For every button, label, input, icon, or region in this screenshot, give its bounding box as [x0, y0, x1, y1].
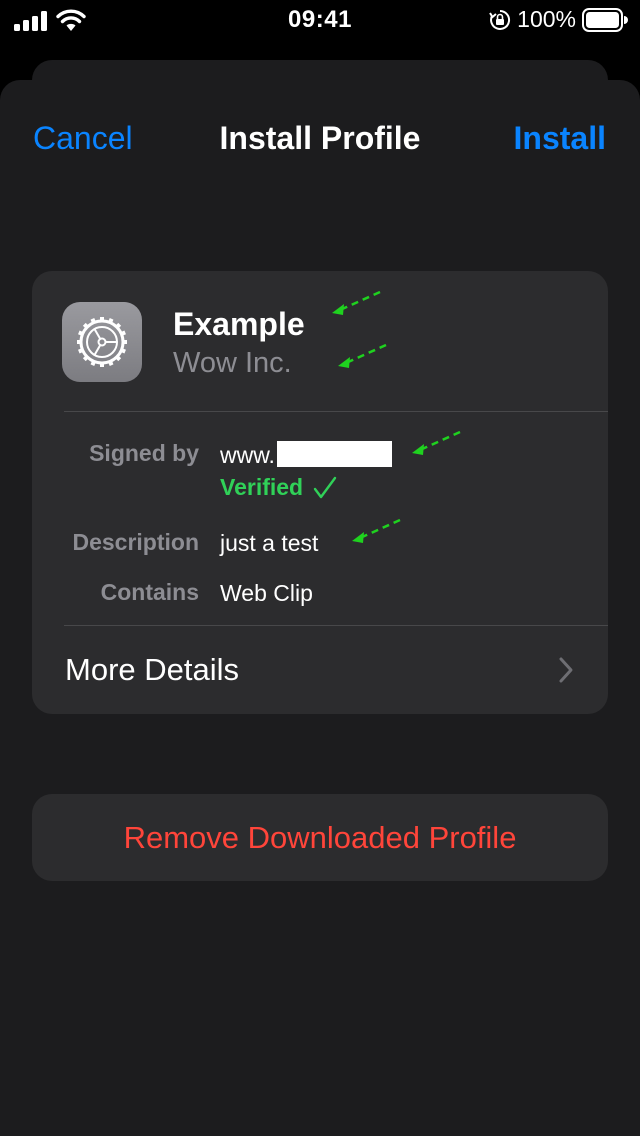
- status-bar: 09:41 100%: [0, 0, 640, 40]
- remove-downloaded-profile-button[interactable]: Remove Downloaded Profile: [32, 794, 608, 881]
- install-button[interactable]: Install: [514, 120, 606, 157]
- orientation-lock-icon: [489, 9, 511, 30]
- description-value: just a test: [220, 530, 319, 556]
- signed-by-value: www.: [220, 441, 392, 469]
- profile-organization: Wow Inc.: [173, 347, 292, 379]
- more-details-row[interactable]: More Details: [32, 626, 608, 714]
- contains-label: Contains: [100, 579, 199, 605]
- redaction-box: [276, 441, 392, 467]
- annotation-arrow-icon: [338, 343, 387, 368]
- remove-profile-label: Remove Downloaded Profile: [123, 819, 517, 855]
- signed-by-label: Signed by: [89, 440, 199, 466]
- divider: [64, 411, 608, 412]
- signed-by-domain: www.: [220, 442, 275, 468]
- settings-gear-icon: [62, 302, 142, 382]
- annotation-arrow-icon: [412, 430, 461, 455]
- more-details-label: More Details: [65, 652, 239, 687]
- annotation-arrow-icon: [352, 518, 401, 543]
- profile-name: Example: [173, 306, 305, 342]
- contains-value: Web Clip: [220, 580, 313, 606]
- chevron-right-icon: [559, 657, 573, 683]
- cancel-button[interactable]: Cancel: [33, 120, 133, 157]
- verified-label: Verified: [220, 474, 304, 500]
- annotation-arrow-icon: [332, 290, 381, 315]
- battery-percentage: 100%: [517, 6, 576, 32]
- battery-icon: [582, 7, 628, 32]
- status-right: 100%: [489, 6, 628, 33]
- description-label: Description: [72, 529, 199, 555]
- verified-status: Verified: [220, 474, 337, 501]
- profile-card: Example Wow Inc. Signed by www. Verified…: [32, 271, 608, 714]
- checkmark-icon: [313, 476, 337, 498]
